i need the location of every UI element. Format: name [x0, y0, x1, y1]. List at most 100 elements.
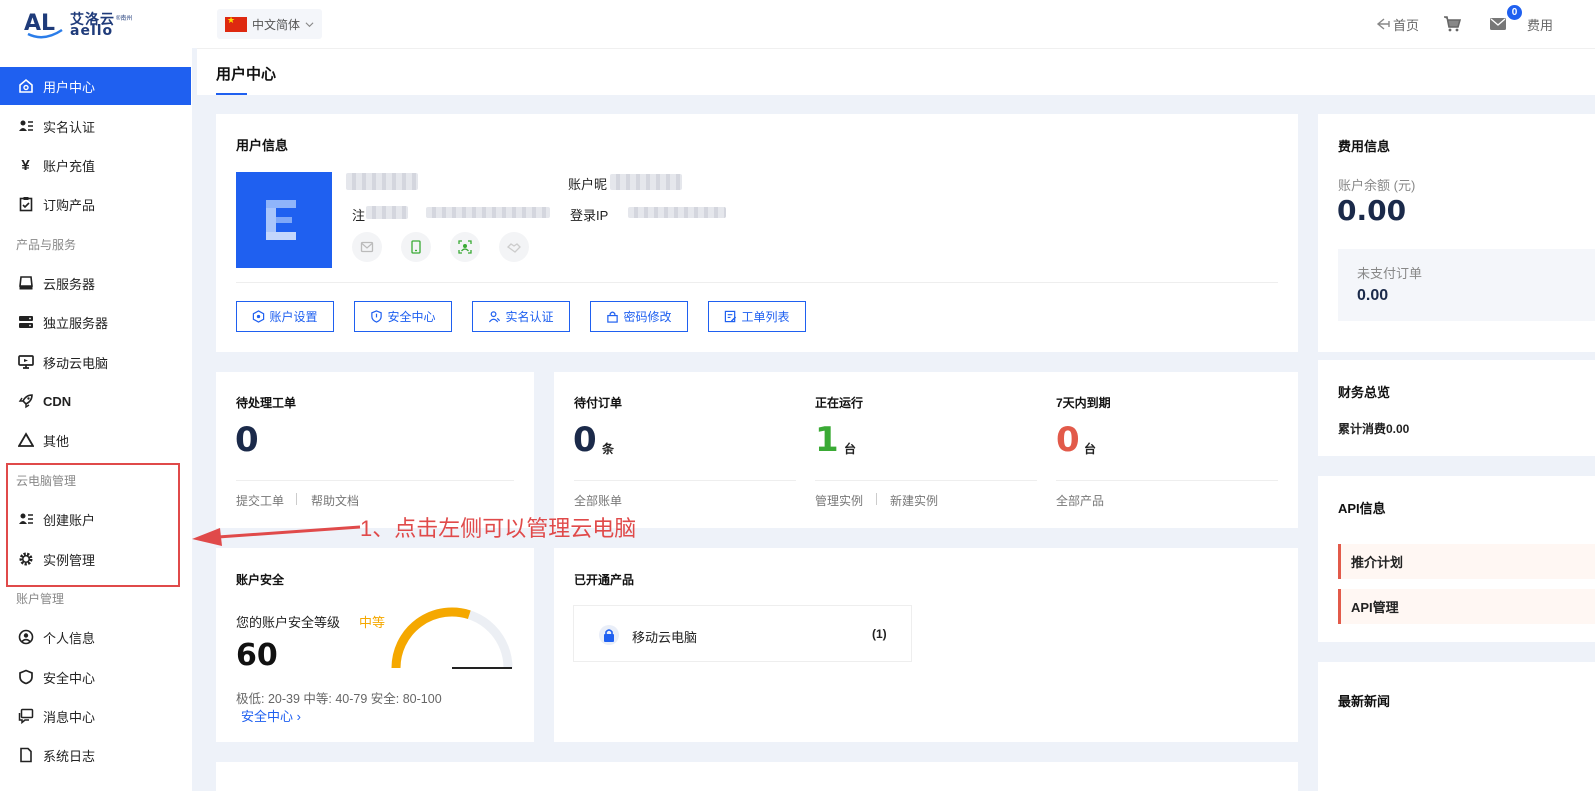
security-center-link[interactable]: 安全中心 ›: [241, 706, 301, 725]
clipboard-check-icon: [17, 196, 34, 213]
avatar[interactable]: [236, 172, 332, 268]
sidebar: 用户中心 实名认证 ¥ 账户充值 订购产品 产品与服务 云服务器 独立服务器 移…: [0, 48, 192, 791]
user-circle-icon: [17, 629, 34, 646]
home-label: 首页: [1393, 17, 1420, 33]
sidebar-item-label: 用户中心: [43, 79, 96, 95]
avatar-letter-icon: [266, 200, 296, 240]
sidebar-item-order[interactable]: 订购产品: [0, 185, 191, 223]
security-center-button[interactable]: 安全中心: [354, 301, 452, 332]
expiring-unit: 台: [1084, 442, 1097, 456]
finance-card: 财务总览 累计消费0.00: [1318, 360, 1595, 456]
referral-program-link[interactable]: 推介计划: [1338, 544, 1595, 579]
finance-title: 财务总览: [1338, 385, 1391, 400]
all-bills-link[interactable]: 全部账单: [574, 492, 622, 509]
register-label: 注: [352, 208, 366, 223]
submit-ticket-link[interactable]: 提交工单: [236, 492, 284, 509]
server-rack-icon: [17, 314, 34, 331]
sidebar-item-dedicated-server[interactable]: 独立服务器: [0, 303, 191, 341]
wechat-bind-button[interactable]: [499, 232, 529, 262]
user-info-card: 用户信息 注 账户昵 登录IP 账户设置 安全中心 实名认证 密码修改 工单列表: [216, 114, 1298, 352]
server-icon: [17, 275, 34, 292]
real-name-button[interactable]: 实名认证: [472, 301, 570, 332]
api-management-link[interactable]: API管理: [1338, 589, 1595, 624]
tickets-card: 待处理工单 0 提交工单 帮助文档: [216, 372, 534, 528]
mail-count-badge: 0: [1507, 5, 1523, 20]
fee-link[interactable]: 费用: [1527, 15, 1553, 34]
balance-value: 0.00: [1337, 194, 1407, 227]
sidebar-item-message-center[interactable]: 消息中心: [0, 697, 191, 735]
pending-divider: [574, 480, 796, 481]
sidebar-item-label: 系统日志: [43, 748, 96, 764]
unpaid-label: 未支付订单: [1357, 266, 1423, 281]
security-level-label: 您的账户安全等级: [236, 615, 341, 630]
register-time-blurred: [426, 207, 550, 218]
user-info-title: 用户信息: [236, 138, 289, 153]
sidebar-item-mobile-cloud-pc[interactable]: 移动云电脑: [0, 343, 191, 381]
change-password-button[interactable]: 密码修改: [590, 301, 688, 332]
sidebar-item-recharge[interactable]: ¥ 账户充值: [0, 146, 191, 184]
security-level-value: 中等: [359, 615, 386, 630]
fees-card: 费用信息 账户余额 (元) 0.00 未支付订单 0.00: [1318, 114, 1595, 352]
pending-orders-value: 0: [573, 420, 597, 460]
mail-button[interactable]: 0: [1489, 5, 1523, 33]
top-bar: AL 艾洛云 ®南州 aello 中文简体 首页 0 费用: [0, 0, 1595, 48]
real-name-label: 实名认证: [505, 310, 554, 324]
news-card: 最新新闻: [1318, 662, 1595, 791]
products-title: 已开通产品: [574, 573, 635, 587]
all-products-link[interactable]: 全部产品: [1056, 492, 1104, 509]
pending-orders-title: 待付订单: [574, 396, 623, 410]
sidebar-item-cloud-server[interactable]: 云服务器: [0, 264, 191, 302]
sidebar-item-cdn[interactable]: CDN: [0, 382, 191, 420]
phone-icon: [411, 240, 421, 254]
product-item[interactable]: 移动云电脑 (1): [573, 605, 912, 662]
sidebar-item-personal-info[interactable]: 个人信息: [0, 618, 191, 656]
security-gauge: [391, 607, 513, 669]
expiring-value: 0: [1056, 420, 1080, 460]
running-unit: 台: [844, 442, 857, 456]
sidebar-item-security-center[interactable]: 安全中心: [0, 658, 191, 696]
help-docs-link[interactable]: 帮助文档: [311, 492, 359, 509]
username-blurred: [346, 173, 418, 190]
triangle-icon: [17, 432, 34, 449]
link-separator: [296, 493, 297, 505]
security-gauge-track: [391, 607, 513, 669]
bottom-card: [216, 762, 1298, 791]
new-instance-link[interactable]: 新建实例: [890, 492, 938, 509]
annotation-highlight-box: [6, 463, 180, 587]
annotation-text: 1、点击左侧可以管理云电脑: [360, 516, 637, 541]
email-verify-button[interactable]: [352, 232, 382, 262]
section-products: 产品与服务: [16, 238, 77, 252]
pending-orders-unit: 条: [602, 442, 615, 456]
brand-logo[interactable]: AL 艾洛云 ®南州 aello: [24, 8, 139, 40]
sidebar-item-label: 移动云电脑: [43, 355, 109, 371]
home-arrow-icon: [1376, 18, 1390, 30]
sidebar-item-system-log[interactable]: 系统日志: [0, 736, 191, 774]
security-card: 账户安全 您的账户安全等级 中等 60 极低: 20-39 中等: 40-79 …: [216, 548, 534, 742]
cart-icon[interactable]: [1443, 15, 1462, 33]
china-flag-icon: [225, 15, 247, 32]
language-selector[interactable]: 中文简体: [217, 9, 322, 39]
tickets-value: 0: [235, 420, 259, 460]
sidebar-item-other[interactable]: 其他: [0, 421, 191, 459]
face-verify-button[interactable]: [450, 232, 480, 262]
page-title-underline: [216, 93, 247, 95]
api-management-label: API管理: [1351, 600, 1399, 615]
id-card-icon: [17, 118, 34, 135]
register-blurred: [366, 206, 408, 219]
account-settings-button[interactable]: 账户设置: [236, 301, 334, 332]
sidebar-item-label: 实名认证: [43, 119, 96, 135]
manage-instance-link[interactable]: 管理实例: [815, 492, 863, 509]
unpaid-orders-box[interactable]: 未支付订单 0.00: [1338, 249, 1595, 321]
ticket-list-button[interactable]: 工单列表: [708, 301, 806, 332]
tickets-divider: [236, 480, 514, 481]
phone-verify-button[interactable]: [401, 232, 431, 262]
news-title: 最新新闻: [1338, 694, 1391, 709]
sidebar-item-label: 独立服务器: [43, 315, 109, 331]
sidebar-item-label: 账户充值: [43, 158, 96, 174]
monitor-icon: [17, 354, 34, 371]
home-link[interactable]: 首页: [1376, 15, 1419, 34]
sidebar-item-real-name[interactable]: 实名认证: [0, 107, 191, 145]
settings-hex-icon: [253, 310, 265, 323]
product-name: 移动云电脑: [632, 630, 698, 645]
sidebar-item-user-center[interactable]: 用户中心: [0, 67, 191, 105]
